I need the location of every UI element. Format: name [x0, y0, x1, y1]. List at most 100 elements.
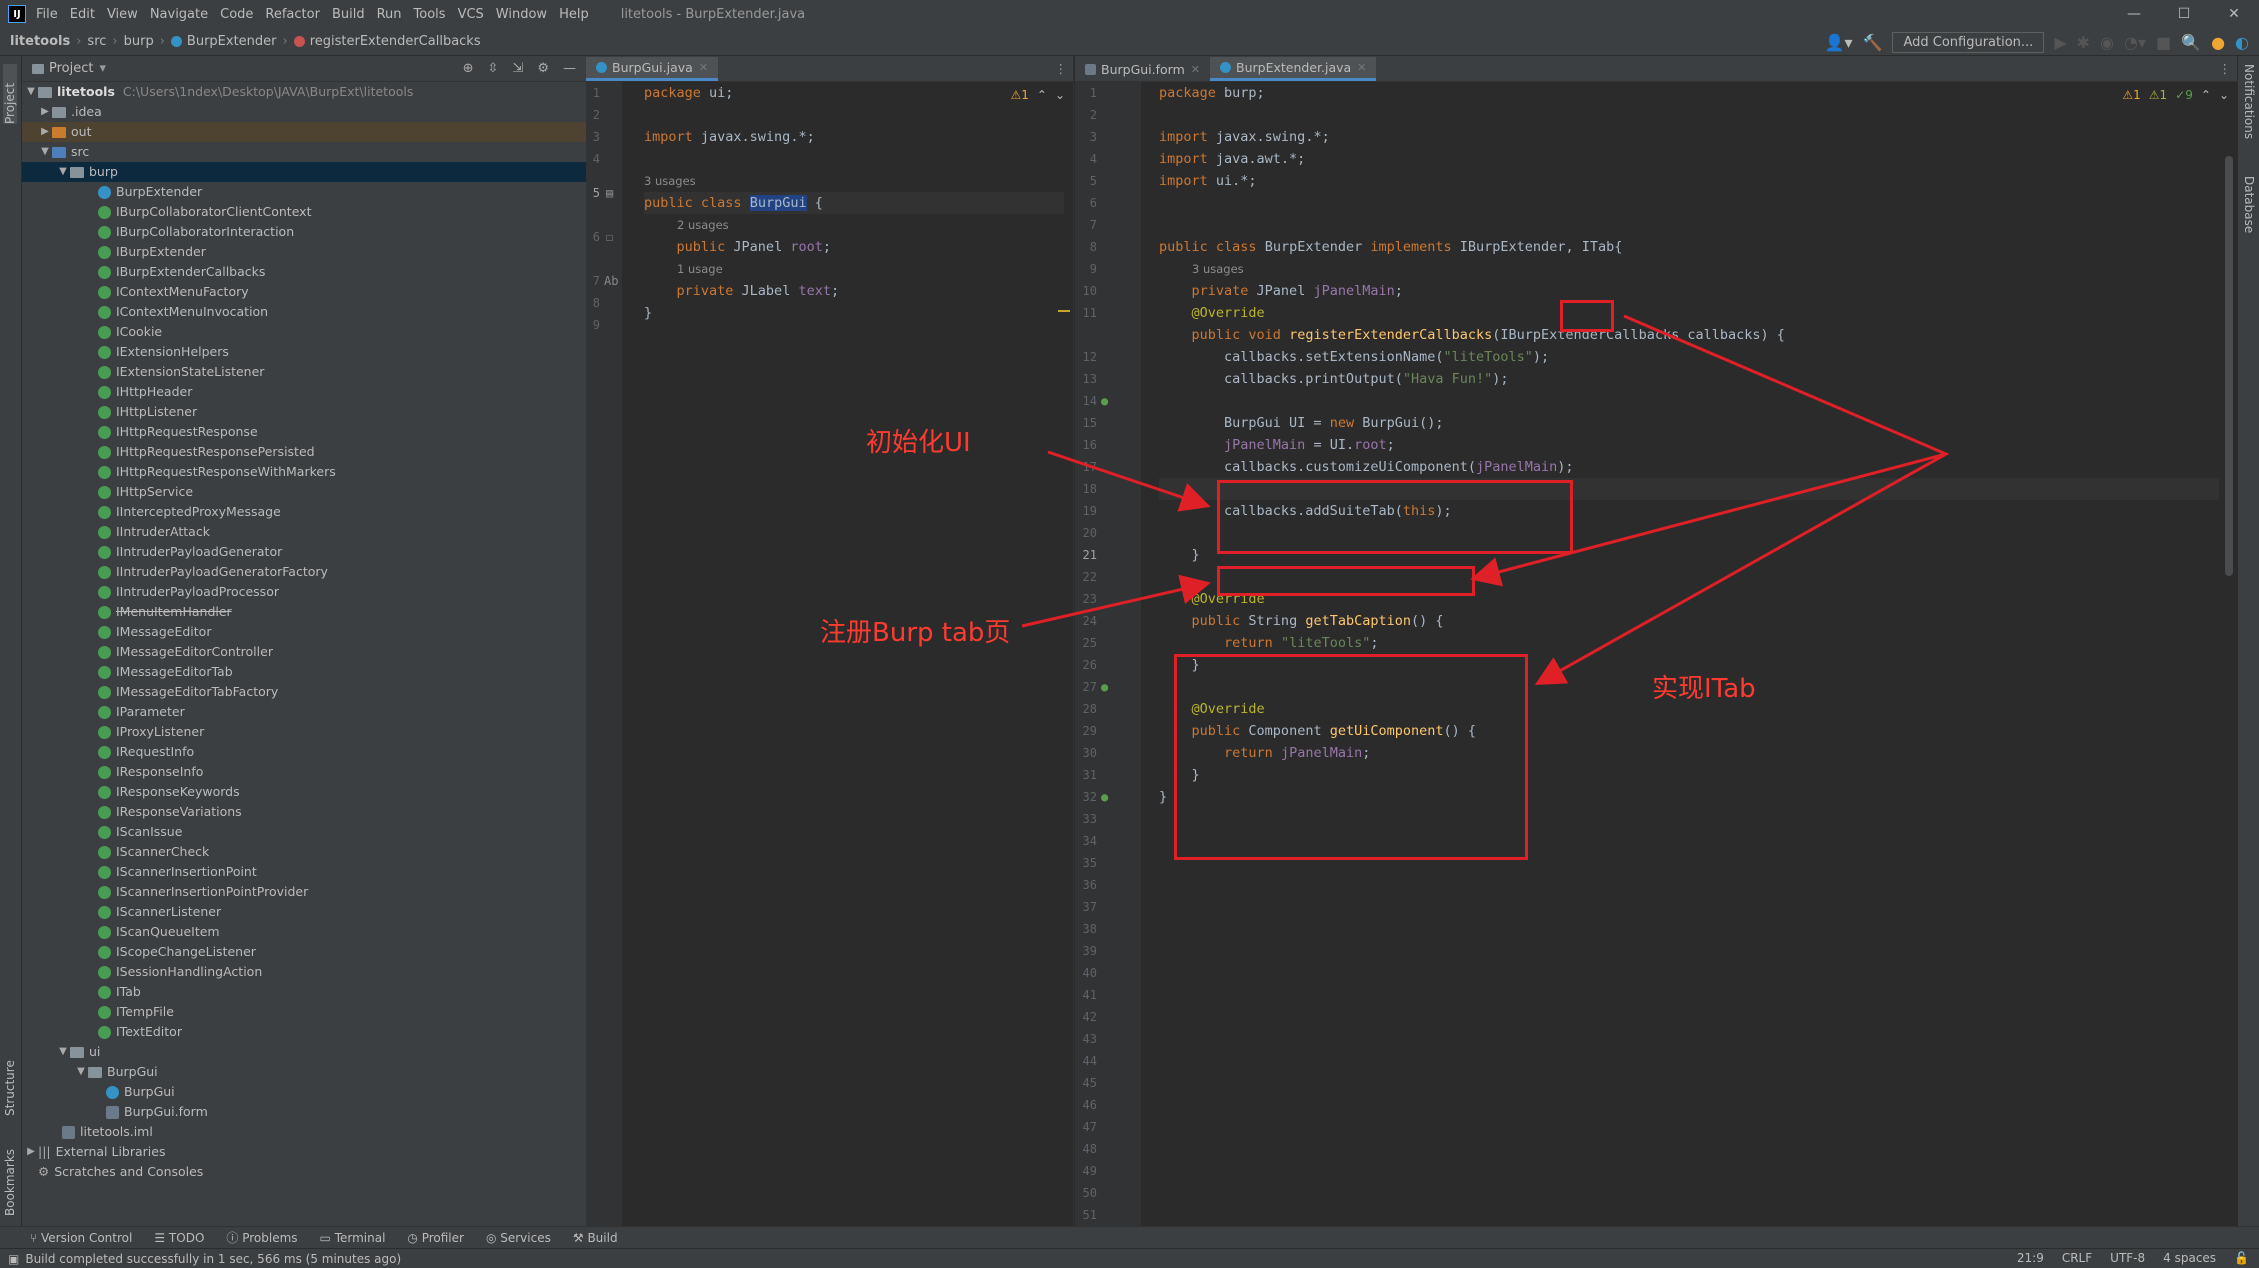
terminal-tab[interactable]: ▭ Terminal	[320, 1231, 386, 1245]
chevron-down-icon[interactable]: ⌄	[2219, 88, 2229, 102]
tree-item-class[interactable]: IContextMenuFactory	[22, 282, 586, 302]
tree-item-class[interactable]: IScannerInsertionPointProvider	[22, 882, 586, 902]
collapse-all-icon[interactable]: ⇲	[512, 61, 523, 76]
expand-all-icon[interactable]: ⇳	[488, 61, 499, 76]
debug-icon[interactable]: ✱	[2077, 33, 2090, 52]
tree-item-class[interactable]: IScannerListener	[22, 902, 586, 922]
tree-item-class[interactable]: IHttpRequestResponsePersisted	[22, 442, 586, 462]
component-icon[interactable]: ☐	[606, 230, 613, 244]
menu-tools[interactable]: Tools	[414, 7, 446, 22]
tree-item-class[interactable]: IIntruderPayloadProcessor	[22, 582, 586, 602]
override-gutter-icon[interactable]: ●	[1101, 680, 1108, 694]
line-separator[interactable]: CRLF	[2062, 1251, 2092, 1265]
menu-help[interactable]: Help	[559, 7, 589, 22]
todo-tab[interactable]: ☰ TODO	[154, 1231, 204, 1245]
structure-tool-tab[interactable]: Structure	[3, 1046, 17, 1116]
close-icon[interactable]: ✕	[2209, 6, 2259, 22]
tab-burpextender-java[interactable]: BurpExtender.java ✕	[1210, 57, 1377, 81]
tree-item-class[interactable]: IMessageEditorTabFactory	[22, 682, 586, 702]
coverage-icon[interactable]: ◉	[2100, 33, 2114, 52]
tree-item-class[interactable]: IHttpService	[22, 482, 586, 502]
tree-item-class[interactable]: IScannerCheck	[22, 842, 586, 862]
tree-item-class[interactable]: IHttpRequestResponseWithMarkers	[22, 462, 586, 482]
update-icon[interactable]: ●	[2211, 33, 2225, 52]
services-tab[interactable]: ◎ Services	[486, 1231, 551, 1245]
tree-item-class[interactable]: IBurpExtenderCallbacks	[22, 262, 586, 282]
chevron-down-icon[interactable]: ▼	[56, 1042, 70, 1062]
tab-burpgui-form[interactable]: BurpGui.form ✕	[1075, 57, 1210, 81]
tree-item-ui[interactable]: ▼ ui	[22, 1042, 586, 1062]
chevron-down-icon[interactable]: ▾	[99, 61, 106, 76]
tree-item-class[interactable]: ITextEditor	[22, 1022, 586, 1042]
bookmarks-tool-tab[interactable]: Bookmarks	[3, 1136, 17, 1216]
right-code[interactable]: package burp; import javax.swing.*; impo…	[1159, 82, 2219, 805]
tree-item-class[interactable]: IScanIssue	[22, 822, 586, 842]
chevron-right-icon[interactable]: ▶	[38, 102, 52, 122]
tree-item-class[interactable]: IHttpListener	[22, 402, 586, 422]
tree-item-class[interactable]: ISessionHandlingAction	[22, 962, 586, 982]
database-tool-tab[interactable]: Database	[2242, 176, 2256, 256]
tree-item-class[interactable]: IIntruderAttack	[22, 522, 586, 542]
usage-hint[interactable]: 1 usage	[677, 258, 723, 280]
left-code[interactable]: package ui; import javax.swing.*; 3 usag…	[644, 82, 1064, 321]
tree-item-scratches[interactable]: ⚙ Scratches and Consoles	[22, 1162, 586, 1182]
tree-item-class[interactable]: IBurpCollaboratorInteraction	[22, 222, 586, 242]
tree-item-class[interactable]: BurpExtender	[22, 182, 586, 202]
tree-item-class[interactable]: IMessageEditorTab	[22, 662, 586, 682]
tree-item-class[interactable]: IScanQueueItem	[22, 922, 586, 942]
tree-item-class[interactable]: IResponseVariations	[22, 802, 586, 822]
tree-item-class[interactable]: IHttpHeader	[22, 382, 586, 402]
tree-item-class[interactable]: IResponseKeywords	[22, 782, 586, 802]
chevron-down-icon[interactable]: ▼	[38, 142, 52, 162]
build-tab[interactable]: ⚒ Build	[573, 1231, 618, 1245]
tree-item-class[interactable]: IResponseInfo	[22, 762, 586, 782]
file-encoding[interactable]: UTF-8	[2110, 1251, 2145, 1265]
chevron-right-icon[interactable]: ▶	[24, 1142, 38, 1162]
chevron-right-icon[interactable]: ▶	[38, 122, 52, 142]
tree-item-class[interactable]: ICookie	[22, 322, 586, 342]
search-icon[interactable]: 🔍	[2181, 33, 2201, 52]
tree-item-out[interactable]: ▶ out	[22, 122, 586, 142]
tree-item-class[interactable]: ITab	[22, 982, 586, 1002]
tree-item-src[interactable]: ▼ src	[22, 142, 586, 162]
tree-item-class[interactable]: IHttpRequestResponse	[22, 422, 586, 442]
tree-item-iml[interactable]: litetools.iml	[22, 1122, 586, 1142]
tree-item-class[interactable]: IRequestInfo	[22, 742, 586, 762]
lock-icon[interactable]: 🔓	[2234, 1251, 2249, 1265]
chevron-down-icon[interactable]: ▼	[24, 82, 38, 102]
menu-edit[interactable]: Edit	[70, 7, 95, 22]
build-hammer-icon[interactable]: 🔨	[1863, 33, 1883, 52]
menu-file[interactable]: File	[36, 7, 58, 22]
tree-item-class[interactable]: IExtensionStateListener	[22, 362, 586, 382]
tree-item-class[interactable]: IInterceptedProxyMessage	[22, 502, 586, 522]
usage-hint[interactable]: 3 usages	[1192, 258, 1244, 280]
menu-navigate[interactable]: Navigate	[150, 7, 208, 22]
ide-logo-icon[interactable]: ◐	[2235, 33, 2249, 52]
tree-item-class[interactable]: IExtensionHelpers	[22, 342, 586, 362]
override-gutter-icon[interactable]: ●	[1101, 394, 1108, 408]
version-control-tab[interactable]: ⑂ Version Control	[30, 1231, 132, 1245]
hide-icon[interactable]: —	[563, 61, 576, 76]
tree-item-class[interactable]: ITempFile	[22, 1002, 586, 1022]
tab-burpgui-java[interactable]: BurpGui.java ✕	[586, 57, 719, 81]
menu-run[interactable]: Run	[377, 7, 402, 22]
menu-vcs[interactable]: VCS	[458, 7, 484, 22]
tree-item-class[interactable]: IBurpCollaboratorClientContext	[22, 202, 586, 222]
breadcrumb-burp[interactable]: burp	[124, 34, 154, 49]
profiler-tab[interactable]: ◷ Profiler	[407, 1231, 464, 1245]
usage-hint[interactable]: 2 usages	[677, 214, 729, 236]
tree-item-class[interactable]: IContextMenuInvocation	[22, 302, 586, 322]
tree-item-idea[interactable]: ▶ .idea	[22, 102, 586, 122]
usage-hint[interactable]: 3 usages	[644, 170, 696, 192]
run-icon[interactable]: ▶	[2054, 33, 2066, 52]
chevron-down-icon[interactable]: ▼	[74, 1062, 88, 1082]
tree-item-external-libraries[interactable]: ▶ ||| External Libraries	[22, 1142, 586, 1162]
editor-scrollbar[interactable]	[2225, 156, 2233, 576]
form-bound-icon[interactable]: ▤	[606, 186, 613, 200]
indent-setting[interactable]: 4 spaces	[2163, 1251, 2216, 1265]
warning-stripe[interactable]	[1058, 310, 1070, 312]
project-view-selector[interactable]: Project	[49, 61, 93, 76]
tree-item-class[interactable]: IScannerInsertionPoint	[22, 862, 586, 882]
maximize-icon[interactable]: ☐	[2159, 6, 2209, 22]
close-icon[interactable]: ✕	[1357, 61, 1366, 74]
